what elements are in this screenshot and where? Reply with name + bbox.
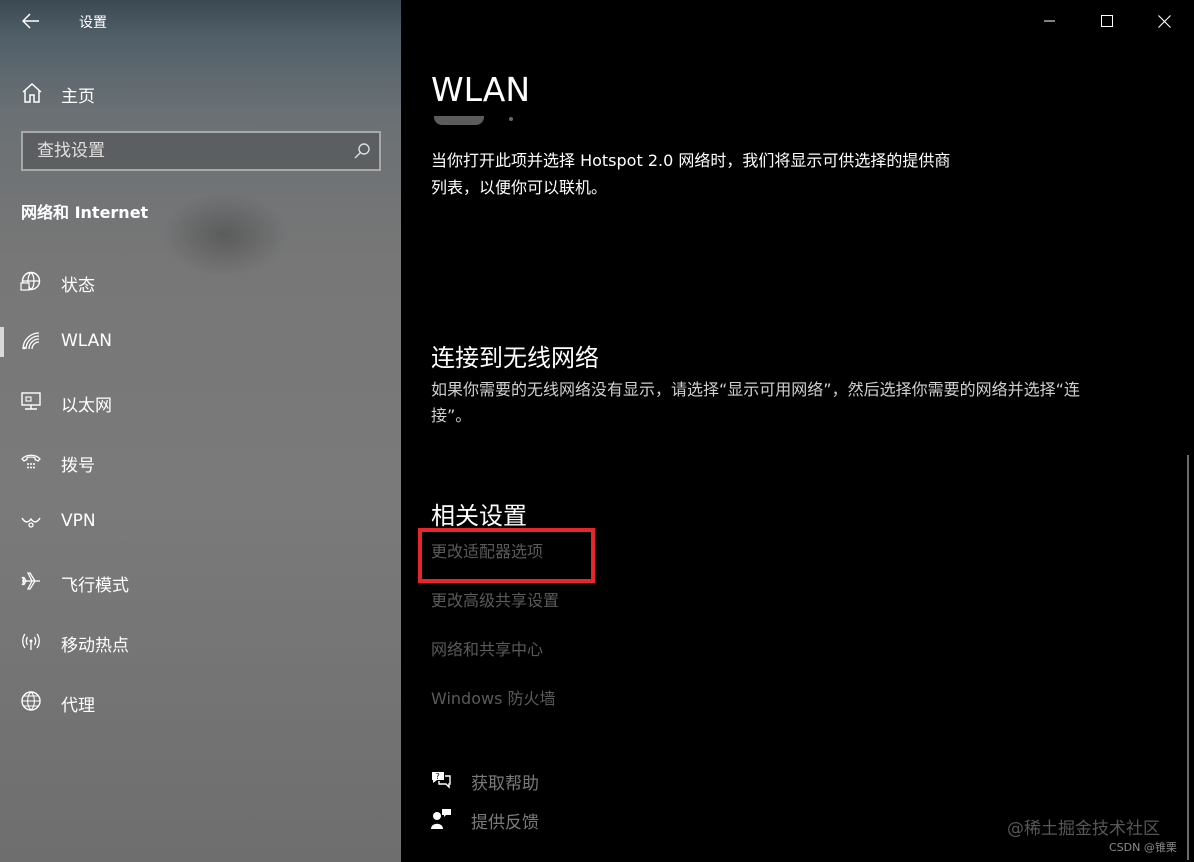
feedback-label: 提供反馈 xyxy=(471,813,539,833)
selection-indicator xyxy=(0,327,4,357)
vpn-icon xyxy=(21,517,41,528)
minimize-button[interactable] xyxy=(1021,0,1079,42)
sidebar: 设置 主页 网络和 Internet 状态 xyxy=(0,0,401,862)
sidebar-item-proxy[interactable]: 代理 xyxy=(0,678,401,726)
help-chat-icon: ? xyxy=(432,772,451,789)
back-arrow-icon xyxy=(22,13,39,29)
search-input[interactable] xyxy=(23,133,343,169)
connect-desc-line: 如果你需要的无线网络没有显示，请选择“显示可用网络”，然后选择你需要的网络并选择… xyxy=(431,380,1080,399)
sidebar-item-hotspot[interactable]: 移动热点 xyxy=(0,618,401,666)
sidebar-item-dialup[interactable]: 拨号 xyxy=(0,438,401,486)
globe-proxy-icon xyxy=(21,691,41,711)
network-sharing-center-link[interactable]: 网络和共享中心 xyxy=(431,636,543,660)
home-icon xyxy=(22,82,42,103)
globe-status-icon xyxy=(20,271,41,291)
get-help-label: 获取帮助 xyxy=(471,774,539,794)
ethernet-icon xyxy=(21,392,41,410)
feedback-icon xyxy=(431,809,451,829)
toggle-state-mark xyxy=(509,117,513,121)
connect-heading: 连接到无线网络 xyxy=(431,344,599,372)
scrollbar[interactable] xyxy=(1187,455,1189,860)
sidebar-item-label: 以太网 xyxy=(61,396,112,416)
airplane-icon xyxy=(21,572,40,590)
back-button[interactable] xyxy=(14,6,48,36)
hotspot-icon xyxy=(22,633,40,650)
page-title: WLAN xyxy=(431,70,531,109)
sidebar-item-ethernet[interactable]: 以太网 xyxy=(0,378,401,426)
section-title: 网络和 Internet xyxy=(21,203,149,222)
sidebar-item-label: VPN xyxy=(61,511,96,531)
svg-text:?: ? xyxy=(436,772,440,781)
sidebar-item-airplane[interactable]: 飞行模式 xyxy=(0,558,401,606)
highlight-annotation xyxy=(418,528,595,583)
main-content: WLAN 当你打开此项并选择 Hotspot 2.0 网络时，我们将显示可供选择… xyxy=(401,0,1194,862)
close-icon xyxy=(1157,14,1171,28)
watermark-sub: CSDN @锥栗 xyxy=(1109,841,1177,854)
sidebar-item-vpn[interactable]: VPN xyxy=(0,498,401,546)
connect-description: 如果你需要的无线网络没有显示，请选择“显示可用网络”，然后选择你需要的网络并选择… xyxy=(431,377,1151,429)
search-icon[interactable] xyxy=(353,142,371,160)
search-box[interactable] xyxy=(21,131,381,171)
watermark: @稀土掘金技术社区 xyxy=(1007,819,1160,839)
sidebar-item-label: 状态 xyxy=(61,276,95,296)
sidebar-item-wlan[interactable]: WLAN xyxy=(0,318,401,366)
home-label: 主页 xyxy=(61,87,95,107)
maximize-button[interactable] xyxy=(1078,0,1136,42)
sidebar-home[interactable]: 主页 xyxy=(0,72,401,114)
minimize-icon xyxy=(1044,20,1055,22)
connect-desc-line: 接”。 xyxy=(431,406,472,425)
hotspot-desc-line: 列表，以便你可以联机。 xyxy=(431,178,608,197)
close-button[interactable] xyxy=(1135,0,1193,42)
sidebar-item-label: 代理 xyxy=(61,696,95,716)
wifi-icon xyxy=(22,332,40,350)
related-settings-heading: 相关设置 xyxy=(431,502,527,530)
maximize-icon xyxy=(1101,15,1113,27)
sidebar-item-label: 飞行模式 xyxy=(61,576,129,596)
advanced-sharing-link[interactable]: 更改高级共享设置 xyxy=(431,587,559,611)
hotspot-toggle[interactable] xyxy=(434,116,484,125)
sidebar-item-label: 移动热点 xyxy=(61,636,129,656)
app-title: 设置 xyxy=(79,15,107,31)
windows-firewall-link[interactable]: Windows 防火墙 xyxy=(431,685,556,709)
sidebar-item-status[interactable]: 状态 xyxy=(0,258,401,306)
hotspot-desc-line: 当你打开此项并选择 Hotspot 2.0 网络时，我们将显示可供选择的提供商 xyxy=(431,151,951,170)
settings-window: 设置 主页 网络和 Internet 状态 xyxy=(0,0,1194,862)
sidebar-item-label: WLAN xyxy=(61,331,113,351)
sidebar-item-label: 拨号 xyxy=(61,456,95,476)
hotspot-description: 当你打开此项并选择 Hotspot 2.0 网络时，我们将显示可供选择的提供商 … xyxy=(431,147,1011,201)
dialup-icon xyxy=(21,454,41,469)
